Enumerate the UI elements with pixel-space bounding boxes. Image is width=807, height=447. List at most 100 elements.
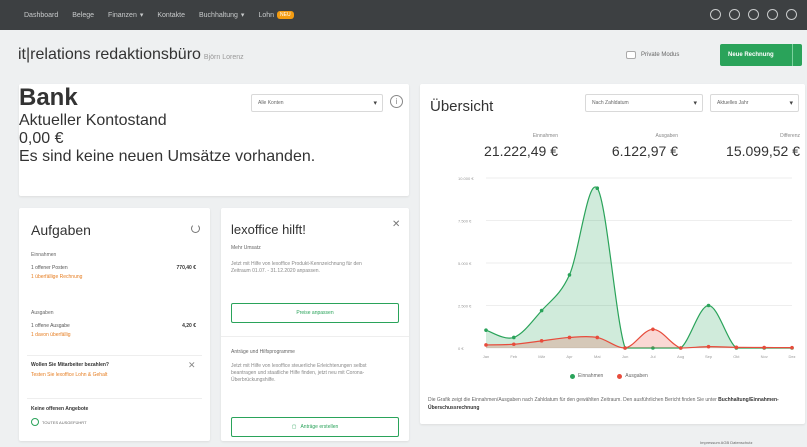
employees-question: Wollen Sie Mitarbeiter bezahlen?	[31, 362, 109, 368]
new-badge: NEU	[277, 11, 294, 19]
year-select[interactable]: Aktuelles Jahr ▾	[710, 94, 799, 112]
chevron-down-icon: ▾	[240, 12, 245, 19]
gear-icon[interactable]	[786, 9, 797, 20]
nav-kontakte[interactable]: Kontakte	[157, 12, 185, 19]
chart-legend: Einnahmen Ausgaben	[570, 373, 648, 379]
x-tick-label: Aug	[677, 354, 684, 359]
x-tick-label: Nov	[761, 354, 768, 359]
data-point	[734, 345, 739, 350]
legend-item-expense[interactable]: Ausgaben	[617, 373, 648, 379]
refresh-icon[interactable]	[191, 224, 200, 233]
nav-lohn[interactable]: Lohn NEU	[258, 11, 294, 19]
nav-finanzen[interactable]: Finanzen ▾	[108, 11, 144, 20]
open-items-row[interactable]: 1 offener Posten 770,40 €	[31, 265, 196, 271]
data-point	[567, 273, 572, 277]
kpi-expense-value: 6.122,97 €	[611, 143, 678, 159]
dashboard-icon[interactable]	[729, 9, 740, 20]
close-icon[interactable]: ✕	[188, 360, 196, 371]
x-tick-label: Sep	[705, 354, 713, 359]
help-body-2: Jetzt mit Hilfe von lexoffice steuerlich…	[231, 363, 367, 383]
period-select[interactable]: Nach Zahldatum ▾	[585, 94, 703, 112]
overview-note: Die Grafik zeigt die Einnahmen/Ausgaben …	[428, 397, 779, 411]
nav-buchhaltung[interactable]: Buchhaltung ▾	[199, 11, 245, 20]
data-point	[567, 335, 572, 340]
divider	[221, 336, 409, 337]
legend-item-income[interactable]: Einnahmen	[570, 373, 603, 379]
data-point	[651, 327, 655, 332]
overdue-expense-link[interactable]: 1 davon überfällig	[31, 332, 70, 338]
data-point	[539, 308, 544, 313]
y-tick-label: 0 €	[458, 346, 464, 351]
expenses-section-label: Ausgaben	[31, 310, 54, 316]
y-tick-label: 10.000 €	[458, 176, 474, 181]
checkbox[interactable]	[626, 51, 636, 59]
help-body-1: Jetzt mit Hilfe von lexoffice Produkt-Ke…	[231, 261, 362, 274]
data-point	[484, 343, 488, 347]
divider	[27, 355, 202, 356]
check-circle-icon	[31, 418, 39, 426]
divider	[27, 398, 202, 399]
data-point	[623, 346, 627, 350]
kpi-expense-label: Ausgaben	[655, 133, 678, 139]
y-tick-label: 7.500 €	[458, 219, 472, 224]
nav-dashboard[interactable]: Dashboard	[24, 12, 58, 19]
nav-belege[interactable]: Belege	[72, 12, 94, 19]
data-point	[706, 344, 711, 349]
dropdown-caret[interactable]	[792, 44, 802, 66]
y-tick-label: 5.000 €	[458, 261, 472, 266]
open-expense-row[interactable]: 1 offene Ausgabe 4,20 €	[31, 323, 196, 329]
info-icon[interactable]: i	[390, 95, 403, 108]
kpi-income: Einnahmen 21.222,49 €	[448, 133, 558, 159]
x-tick-label: Okt	[733, 354, 740, 359]
x-tick-label: Mär	[538, 354, 546, 359]
kpi-expense: Ausgaben 6.122,97 €	[568, 133, 678, 159]
income-expense-chart: 10.000 € 7.500 € 5.000 € 2.500 € 0 € Jan Feb Mä…	[458, 176, 796, 359]
kpi-difference: Differenz 15.099,52 €	[688, 133, 800, 159]
data-point	[762, 345, 766, 350]
account-select[interactable]: Alle Konten ▾	[251, 94, 383, 112]
x-tick-label: Mai	[594, 354, 601, 359]
search-icon[interactable]	[767, 9, 778, 20]
adjust-prices-button[interactable]: Preise anpassen	[231, 303, 399, 323]
footer-links[interactable]: Impressum AGB Datenschutz	[700, 440, 752, 445]
help-icon[interactable]	[748, 9, 759, 20]
document-icon: ▢	[291, 424, 297, 430]
top-navigation: Dashboard Belege Finanzen ▾ Kontakte Buch…	[0, 0, 807, 30]
create-applications-button[interactable]: ▢ Anträge erstellen	[231, 417, 399, 437]
data-point	[790, 345, 794, 350]
kpi-income-label: Einnahmen	[532, 133, 558, 139]
chevron-down-icon: ▾	[693, 100, 697, 107]
overdue-invoice-link[interactable]: 1 überfällige Rechnung	[31, 274, 82, 280]
y-tick-label: 2.500 €	[458, 304, 472, 309]
new-invoice-button[interactable]: Neue Rechnung	[720, 44, 802, 66]
help-card	[221, 208, 409, 441]
balance-amount: 0,00 €	[19, 130, 64, 147]
data-point	[595, 186, 600, 190]
data-point	[678, 346, 683, 350]
income-section-label: Einnahmen	[31, 252, 57, 258]
x-tick-label: Jun	[622, 354, 628, 359]
no-offers-label: Keine offenen Angebote	[31, 406, 89, 412]
paid-badge: TOUTES AUSGEFÜHRT	[31, 418, 87, 426]
company-name: it|relations redaktionsbüro Björn Lorenz	[18, 46, 244, 63]
x-tick-label: Jan	[483, 354, 489, 359]
series-area-income	[486, 186, 792, 348]
kpi-difference-value: 15.099,52 €	[726, 143, 800, 159]
nav-icon-group	[710, 9, 797, 20]
x-tick-label: Dez	[788, 354, 795, 359]
chevron-down-icon: ▾	[139, 12, 144, 19]
x-tick-label: Feb	[510, 354, 518, 359]
close-icon[interactable]: ✕	[392, 219, 400, 230]
data-point	[539, 339, 544, 343]
data-point	[706, 303, 711, 308]
kpi-difference-label: Differenz	[780, 133, 800, 139]
overview-title: Übersicht	[430, 98, 494, 115]
balance-label: Aktueller Kontostand	[19, 112, 167, 129]
heart-icon[interactable]	[710, 9, 721, 20]
kpi-income-value: 21.222,49 €	[484, 143, 558, 159]
data-point	[512, 342, 516, 347]
payroll-link[interactable]: Testen Sie lexoffice Lohn & Gehalt	[31, 372, 107, 378]
data-point	[484, 328, 488, 332]
private-mode-toggle[interactable]: Private Modus	[626, 51, 679, 59]
tasks-title: Aufgaben	[31, 222, 91, 238]
